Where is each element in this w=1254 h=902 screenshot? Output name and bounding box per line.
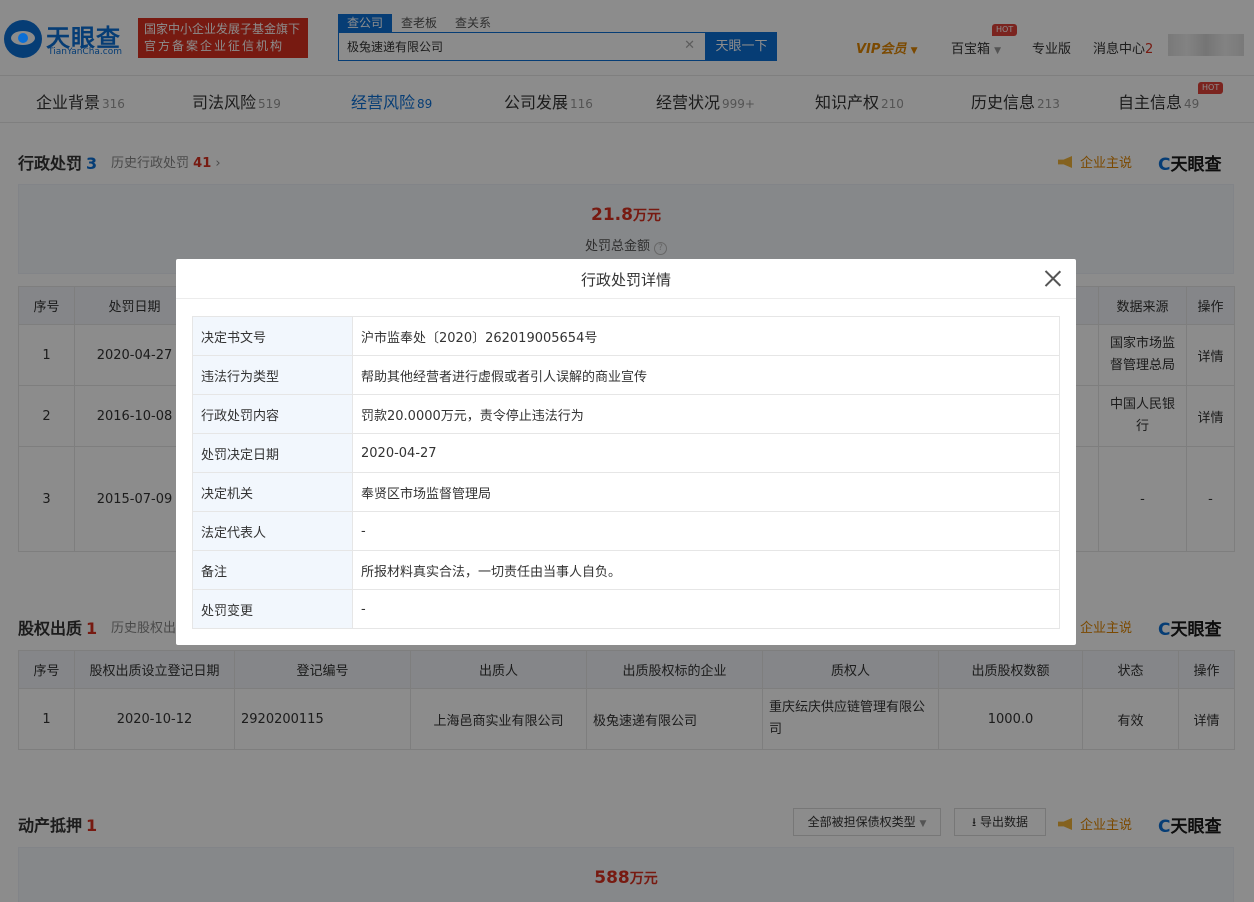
detail-key: 决定书文号 [192, 316, 353, 356]
modal-title: 行政处罚详情 [580, 271, 671, 289]
detail-key: 处罚变更 [192, 589, 353, 629]
penalty-detail-modal: 行政处罚详情 决定书文号 沪市监奉处〔2020〕262019005654号 违法行… [176, 259, 1076, 645]
detail-value: 罚款20.0000万元，责令停止违法行为 [352, 394, 1060, 434]
detail-key: 法定代表人 [192, 511, 353, 551]
detail-row: 违法行为类型 帮助其他经营者进行虚假或者引人误解的商业宣传 [192, 355, 1060, 395]
detail-row: 处罚决定日期 2020-04-27 [192, 433, 1060, 473]
detail-value: 帮助其他经营者进行虚假或者引人误解的商业宣传 [352, 355, 1060, 395]
detail-row: 行政处罚内容 罚款20.0000万元，责令停止违法行为 [192, 394, 1060, 434]
detail-key: 处罚决定日期 [192, 433, 353, 473]
detail-value: - [352, 589, 1060, 629]
detail-row: 处罚变更 - [192, 589, 1060, 629]
detail-row: 决定书文号 沪市监奉处〔2020〕262019005654号 [192, 316, 1060, 356]
penalty-detail-table: 决定书文号 沪市监奉处〔2020〕262019005654号 违法行为类型 帮助其他… [192, 316, 1060, 629]
detail-key: 备注 [192, 550, 353, 590]
detail-key: 行政处罚内容 [192, 394, 353, 434]
detail-value: 沪市监奉处〔2020〕262019005654号 [352, 316, 1060, 356]
detail-value: 2020-04-27 [352, 433, 1060, 473]
detail-key: 决定机关 [192, 472, 353, 512]
detail-key: 违法行为类型 [192, 355, 353, 395]
detail-value: 所报材料真实合法，一切责任由当事人自负。 [352, 550, 1060, 590]
detail-row: 备注 所报材料真实合法，一切责任由当事人自负。 [192, 550, 1060, 590]
detail-row: 决定机关 奉贤区市场监督管理局 [192, 472, 1060, 512]
close-icon[interactable] [1044, 269, 1062, 287]
modal-header: 行政处罚详情 [176, 259, 1076, 299]
detail-row: 法定代表人 - [192, 511, 1060, 551]
detail-value: 奉贤区市场监督管理局 [352, 472, 1060, 512]
detail-value: - [352, 511, 1060, 551]
